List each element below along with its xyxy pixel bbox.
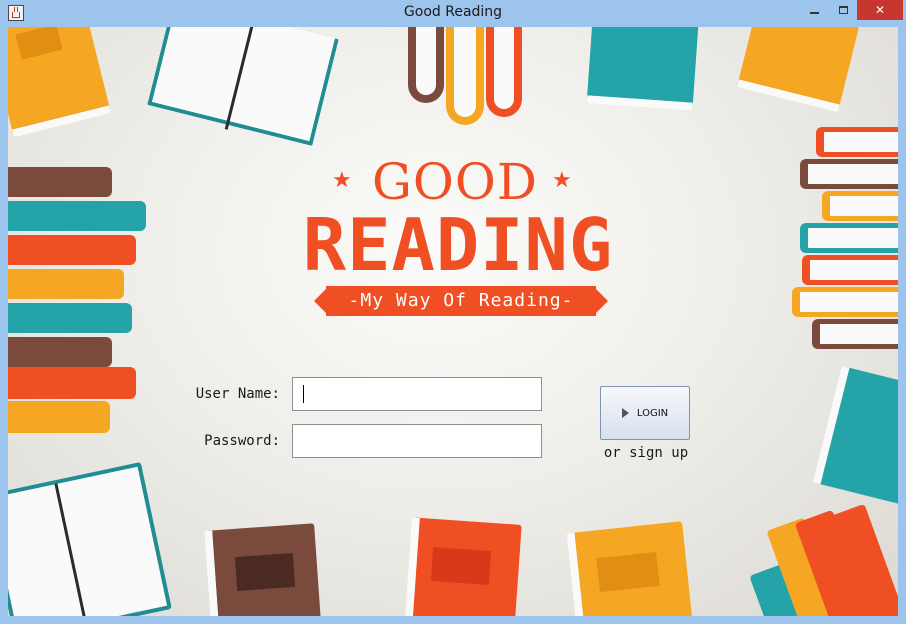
minimize-icon: [809, 12, 819, 14]
star-right-icon: ★: [552, 168, 572, 193]
close-button[interactable]: ✕: [857, 0, 903, 20]
title-bar[interactable]: Good Reading ✕: [0, 0, 906, 27]
login-button[interactable]: LOGIN: [600, 386, 690, 440]
login-panel: ★ GOOD ★ READING -My Way Of Reading- Use…: [8, 27, 898, 616]
password-input[interactable]: [292, 424, 542, 458]
tagline-ribbon: -My Way Of Reading-: [314, 286, 608, 316]
app-window: Good Reading ✕ ★ GOOD ★ READING -My Way …: [0, 0, 906, 624]
signup-link[interactable]: or sign up: [591, 445, 701, 461]
logo-title-good: GOOD: [371, 153, 538, 211]
minimize-button[interactable]: [800, 0, 828, 20]
star-left-icon: ★: [332, 168, 352, 193]
username-input[interactable]: [292, 377, 542, 411]
close-icon: ✕: [874, 3, 886, 17]
logo-title-reading: READING: [302, 203, 614, 287]
login-button-label: LOGIN: [636, 407, 669, 419]
tagline-text: -My Way Of Reading-: [348, 290, 574, 311]
window-title: Good Reading: [403, 4, 503, 20]
maximize-icon: [838, 6, 848, 14]
username-label: User Name:: [195, 386, 280, 402]
play-icon: [621, 408, 629, 418]
password-label: Password:: [204, 433, 280, 449]
maximize-button[interactable]: [829, 0, 857, 20]
text-caret: [303, 385, 304, 403]
